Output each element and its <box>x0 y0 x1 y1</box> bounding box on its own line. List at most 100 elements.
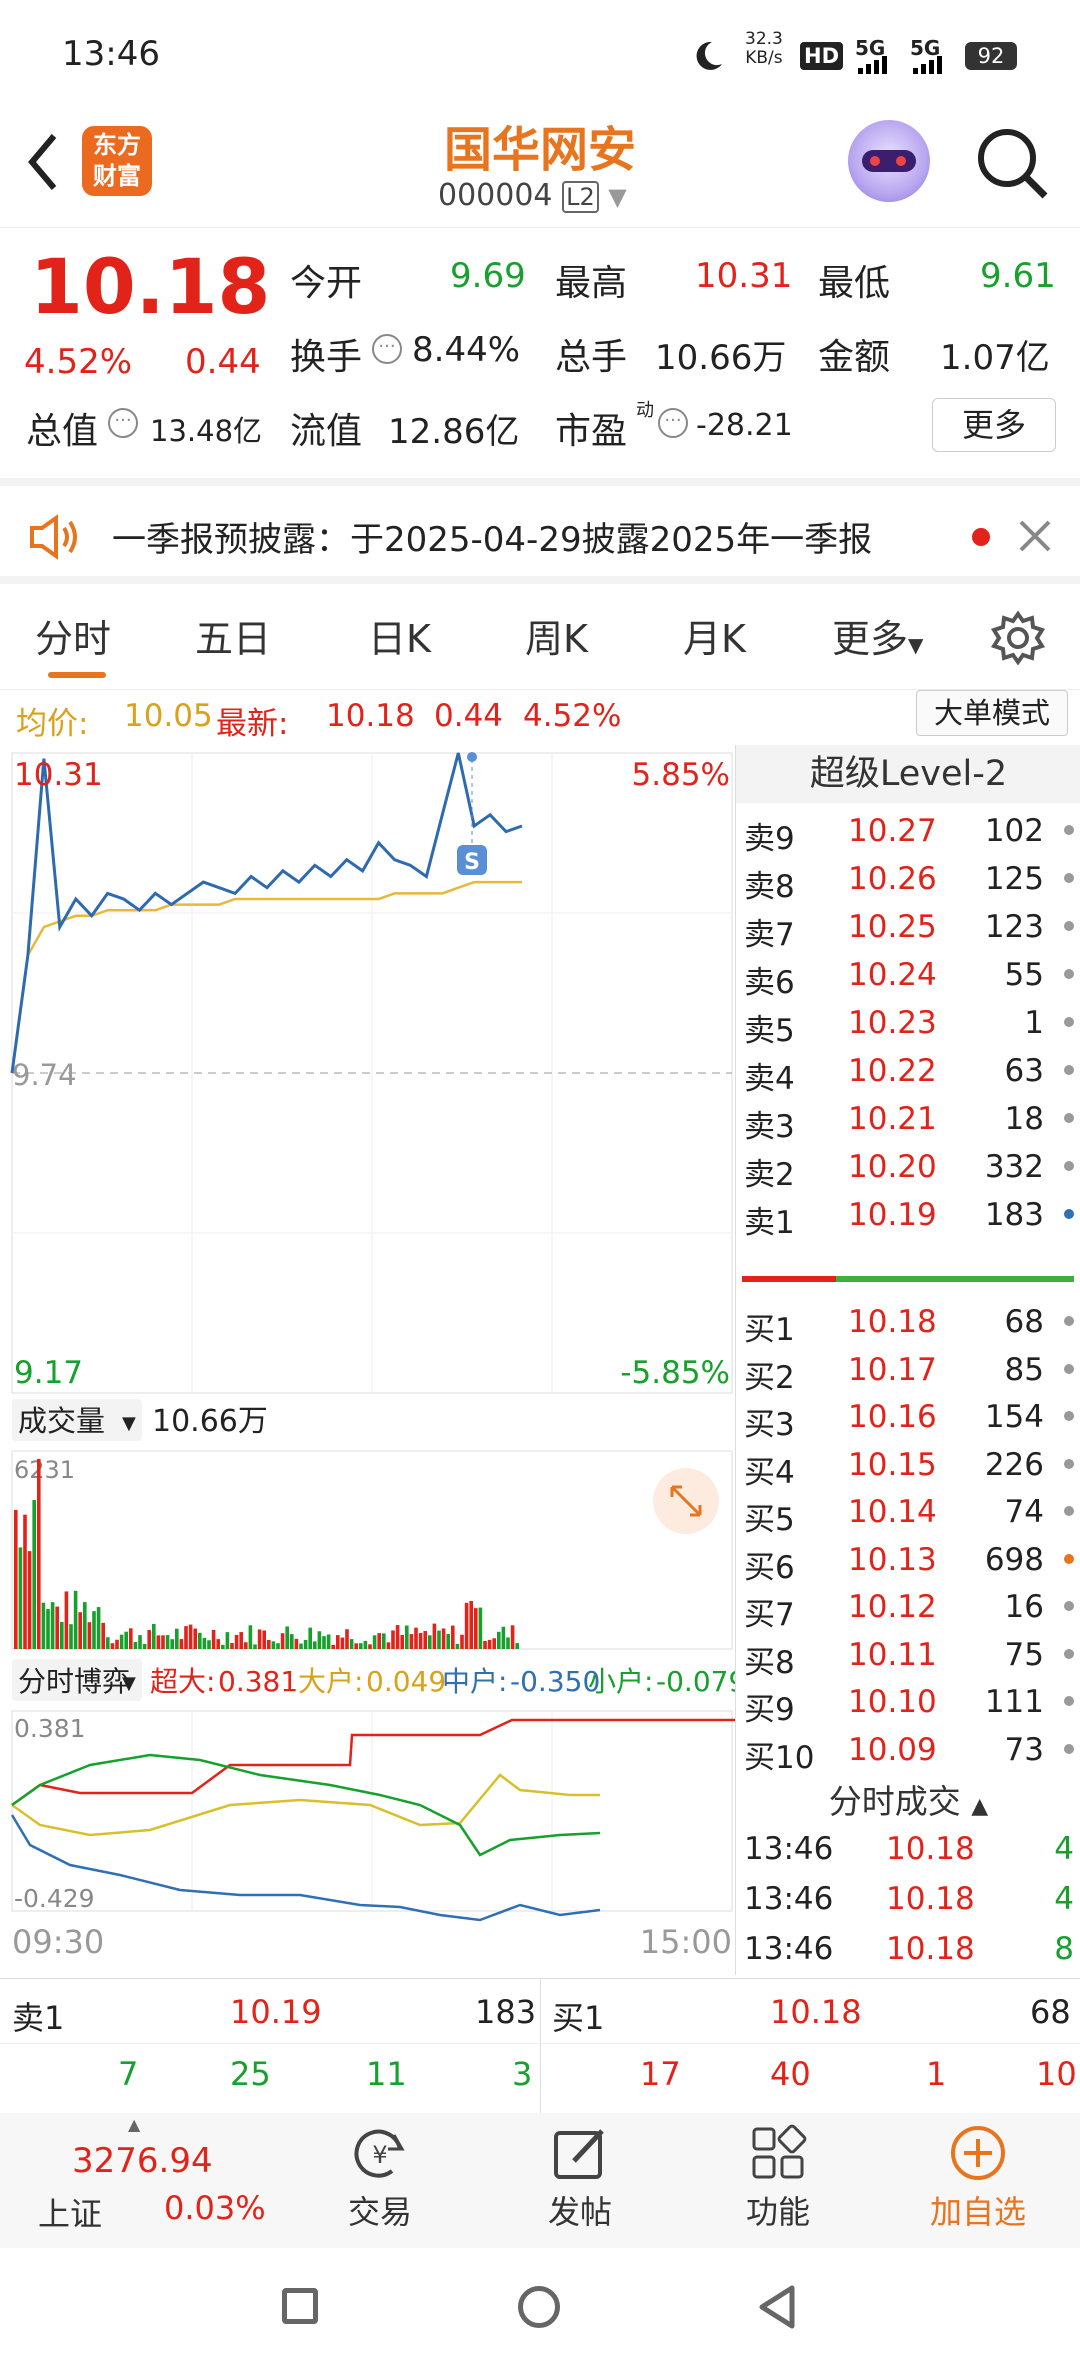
volume-bar <box>262 1630 266 1649</box>
volume-bar <box>27 1551 32 1649</box>
order-dot <box>1064 1316 1074 1326</box>
bid-row[interactable]: 买3 10.16 154 <box>744 1393 1074 1443</box>
trade-title[interactable]: 分时成交 ▲ <box>736 1775 1080 1823</box>
volume-bar <box>441 1628 446 1649</box>
foot-bid-label: 买1 <box>552 1999 605 2037</box>
ask-row[interactable]: 卖1 10.19 183 <box>744 1191 1074 1241</box>
ask-row[interactable]: 卖8 10.26 125 <box>744 855 1074 905</box>
order-dot <box>1064 873 1074 883</box>
super-flow-line <box>11 1718 735 1807</box>
order-dot <box>1064 1017 1074 1027</box>
ask-row[interactable]: 卖9 10.27 102 <box>744 807 1074 857</box>
time-end: 15:00 <box>640 1923 732 1961</box>
bid-row[interactable]: 买6 10.13 698 <box>744 1536 1074 1586</box>
nav-post[interactable]: 发帖 <box>520 2123 640 2243</box>
ask-row[interactable]: 卖5 10.23 1 <box>744 999 1074 1049</box>
nav-function[interactable]: 功能 <box>718 2123 838 2243</box>
new-chg: 0.44 <box>434 698 504 734</box>
volume-bar <box>50 1602 55 1649</box>
settings-icon[interactable] <box>990 610 1046 666</box>
bid-row[interactable]: 买7 10.12 16 <box>744 1583 1074 1633</box>
svg-text:▼: ▼ <box>122 1413 136 1434</box>
volume-bar <box>133 1642 138 1649</box>
pct-change: 4.52% <box>24 342 133 382</box>
more-button[interactable]: 更多 <box>932 398 1056 452</box>
order-dot <box>1064 1696 1074 1706</box>
volume-bar <box>428 1635 432 1649</box>
notice-bar[interactable]: 一季报预披露：于2025-04-29披露2025年一季报 <box>0 478 1080 584</box>
order-dot <box>1064 1506 1074 1516</box>
bid-row[interactable]: 买9 10.10 111 <box>744 1678 1074 1728</box>
ask-row[interactable]: 卖3 10.21 18 <box>744 1095 1074 1145</box>
volume-bar <box>451 1625 455 1649</box>
float-label: 流值 <box>290 411 363 452</box>
signal-icon-2 <box>913 56 942 74</box>
volume-bar <box>377 1633 381 1649</box>
trade-row: 13:46 10.18 4 <box>744 1881 1074 1917</box>
volume-bar <box>446 1633 450 1649</box>
flow-max: 0.381 <box>14 1714 86 1743</box>
order-dot <box>1064 1458 1074 1469</box>
tab-intraday[interactable]: 分时 <box>35 608 111 663</box>
search-icon[interactable] <box>975 126 1051 202</box>
big-order-mode-button[interactable]: 大单模式 <box>916 690 1068 736</box>
volume-bar <box>492 1638 496 1649</box>
recent-apps-button[interactable] <box>282 2288 318 2324</box>
volume-bar <box>386 1642 391 1649</box>
close-icon[interactable] <box>1018 519 1052 553</box>
ask-row[interactable]: 卖4 10.22 63 <box>744 1047 1074 1097</box>
tab-more[interactable]: 更多▼ <box>832 608 923 663</box>
back-nav-button[interactable] <box>756 2284 800 2330</box>
index-ticker[interactable]: ▲ 3276.94 上证 0.03% <box>0 2113 270 2248</box>
bid-row[interactable]: 买4 10.15 226 <box>744 1441 1074 1491</box>
volume-value: 10.66万 <box>655 338 787 378</box>
foot-bid-n3: 1 <box>926 2055 947 2093</box>
volume-bar <box>308 1627 312 1649</box>
robot-assistant-icon[interactable] <box>848 120 930 202</box>
stock-code[interactable]: 000004 L2 ▼ <box>438 178 627 213</box>
chart-svg[interactable]: S 10.31 5.85% 9.74 9.17 -5.85% 成交量 ▼ 10.… <box>0 745 746 1975</box>
bid-row[interactable]: 买10 10.09 73 <box>744 1726 1074 1776</box>
home-button[interactable] <box>518 2286 560 2328</box>
bid-row[interactable]: 买2 10.17 85 <box>744 1346 1074 1396</box>
volume-bar <box>23 1514 27 1649</box>
volume-bar <box>110 1643 115 1649</box>
game-label: 分时博弈 <box>18 1665 130 1698</box>
bid-row[interactable]: 买5 10.14 74 <box>744 1488 1074 1538</box>
tab-5day[interactable]: 五日 <box>195 608 271 663</box>
tab-weekly-k[interactable]: 周K <box>525 608 588 663</box>
info-icon[interactable]: ··· <box>658 408 688 438</box>
volume-bar <box>418 1633 423 1649</box>
volume-bar <box>294 1638 299 1649</box>
bid-row[interactable]: 买1 10.18 68 <box>744 1298 1074 1348</box>
nav-add-watchlist[interactable]: 加自选 <box>908 2123 1048 2243</box>
volume-bar <box>64 1591 69 1649</box>
ask-row[interactable]: 卖7 10.25 123 <box>744 903 1074 953</box>
volume-bar <box>322 1636 326 1649</box>
info-icon[interactable]: ··· <box>372 334 402 364</box>
ask-row[interactable]: 卖2 10.20 332 <box>744 1143 1074 1193</box>
nav-trade[interactable]: ¥ 交易 <box>320 2123 440 2243</box>
large-flow-line <box>11 1773 600 1837</box>
volume-bar <box>336 1635 340 1649</box>
foot-bid-n2: 40 <box>770 2055 811 2093</box>
large-value: 0.049 <box>366 1665 446 1698</box>
notice-text[interactable]: 一季报预披露：于2025-04-29披露2025年一季报 <box>112 512 872 561</box>
volume-bar <box>395 1625 400 1649</box>
ask-row[interactable]: 卖6 10.24 55 <box>744 951 1074 1001</box>
level2-title[interactable]: 超级Level-2 <box>736 745 1080 803</box>
pe-sup: 动 <box>636 400 654 421</box>
bid-row[interactable]: 买8 10.11 75 <box>744 1631 1074 1681</box>
volume-bar <box>142 1643 147 1649</box>
volume-bar <box>469 1600 473 1649</box>
open-value: 9.69 <box>450 256 526 296</box>
foot-ask-n2: 25 <box>230 2055 271 2093</box>
volume-bar <box>391 1630 395 1649</box>
info-icon[interactable]: ··· <box>108 408 138 438</box>
volume-bar <box>138 1635 142 1649</box>
order-dot <box>1064 1161 1074 1171</box>
tab-daily-k[interactable]: 日K <box>368 608 431 663</box>
vol-max: 6231 <box>14 1456 75 1484</box>
intraday-chart[interactable]: S 10.31 5.85% 9.74 9.17 -5.85% 成交量 ▼ 10.… <box>0 745 746 1975</box>
tab-monthly-k[interactable]: 月K <box>683 608 746 663</box>
